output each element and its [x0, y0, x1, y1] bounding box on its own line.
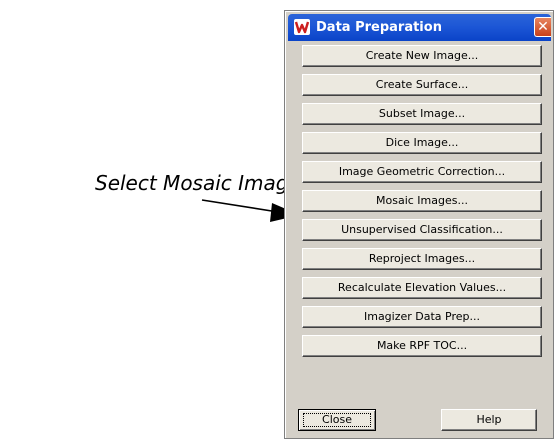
focus-indicator: [303, 413, 371, 427]
help-button[interactable]: Help: [441, 409, 537, 431]
imagizer-data-prep-button[interactable]: Imagizer Data Prep...: [302, 306, 542, 328]
option-button-list: Create New Image... Create Surface... Su…: [302, 45, 542, 364]
imagine-app-icon: [294, 19, 310, 35]
title-bar: Data Preparation ✕: [288, 14, 551, 41]
unsupervised-classification-button[interactable]: Unsupervised Classification...: [302, 219, 542, 241]
image-geometric-correction-button[interactable]: Image Geometric Correction...: [302, 161, 542, 183]
dialog-footer: Close Help: [298, 409, 546, 431]
create-new-image-button[interactable]: Create New Image...: [302, 45, 542, 67]
annotation-label: Select Mosaic Images: [95, 171, 312, 195]
data-preparation-dialog: Data Preparation ✕ Create New Image... C…: [284, 10, 554, 439]
make-rpf-toc-button[interactable]: Make RPF TOC...: [302, 335, 542, 357]
create-surface-button[interactable]: Create Surface...: [302, 74, 542, 96]
window-title: Data Preparation: [316, 20, 442, 35]
reproject-images-button[interactable]: Reproject Images...: [302, 248, 542, 270]
mosaic-images-button[interactable]: Mosaic Images...: [302, 190, 542, 212]
window-close-button[interactable]: ✕: [534, 17, 551, 37]
dice-image-button[interactable]: Dice Image...: [302, 132, 542, 154]
close-button[interactable]: Close: [298, 409, 376, 431]
recalculate-elevation-values-button[interactable]: Recalculate Elevation Values...: [302, 277, 542, 299]
subset-image-button[interactable]: Subset Image...: [302, 103, 542, 125]
